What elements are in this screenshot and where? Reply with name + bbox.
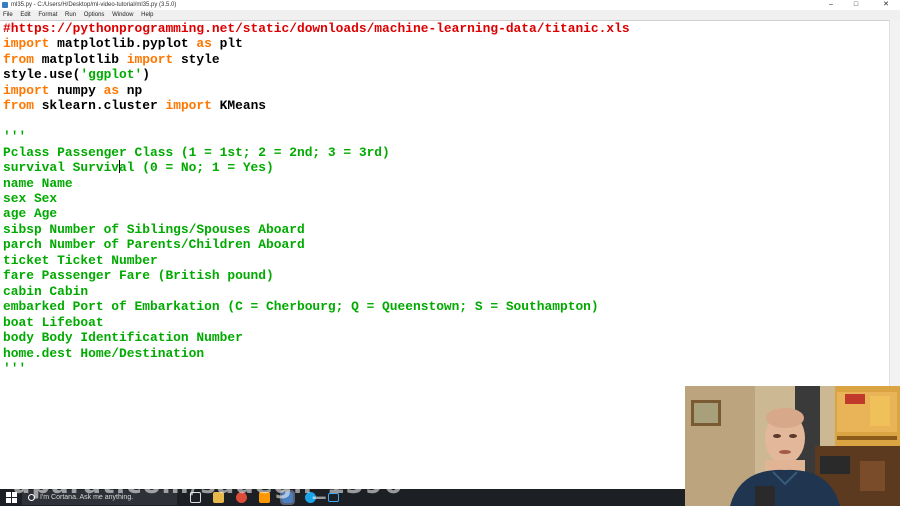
docstring-line: parch Number of Parents/Children Aboard [3,237,305,253]
idle-app-icon [2,2,8,8]
docstring-line: age Age [3,206,58,222]
menu-format[interactable]: Format [38,10,57,20]
code-text-segment: np [119,82,143,98]
docstring-line: fare Passenger Fare (British pound) [3,268,274,284]
docstring-line: body Body Identification Number [3,330,243,346]
code-text-segment: style.use( [3,67,81,83]
keyword: import [165,98,212,114]
minimize-button[interactable]: – [820,0,842,10]
code-text-segment: numpy [49,82,104,98]
window-titlebar: ml35.py - C:/Users/H/Desktop/ml-video-tu… [0,0,900,10]
docstring-line: al (0 = No; 1 = Yes) [119,160,274,176]
close-button[interactable]: ✕ [875,0,897,10]
keyword: import [126,51,174,67]
maximize-button[interactable]: □ [845,0,867,10]
docstring-close: ''' [3,360,27,376]
webcam-video-overlay [685,386,900,506]
docstring-line: name Name [3,175,73,191]
docstring-line: boat Lifeboat [3,314,104,330]
docstring-line: sex Sex [3,190,58,206]
keyword: as [103,82,120,98]
keyword: from [3,98,34,114]
menu-window[interactable]: Window [112,10,133,20]
code-text-segment: style [173,51,220,67]
docstring-line: ticket Ticket Number [3,252,158,268]
keyword: as [196,36,212,52]
menu-help[interactable]: Help [141,10,153,20]
docstring-line: home.dest Home/Destination [3,345,205,361]
menu-file[interactable]: File [3,10,13,20]
webcam-illustration [685,386,900,506]
docstring-line: cabin Cabin [3,283,89,299]
menu-options[interactable]: Options [84,10,105,20]
docstring-line: survival Surviv [3,160,120,176]
watermark-text: uparat.com/sadegh_1396 [12,470,403,500]
window-title: ml35.py - C:/Users/H/Desktop/ml-video-tu… [11,2,177,8]
code-text-segment: sklearn.cluster [33,98,166,114]
docstring-line: embarked Port of Embarkation (C = Cherbo… [3,299,599,315]
docstring-line: Pclass Passenger Class (1 = 1st; 2 = 2nd… [3,144,390,160]
code-line-comment-url: #https://pythonprogramming.net/static/do… [3,21,630,36]
keyword: import [3,36,50,52]
code-text-segment: plt [211,36,243,52]
code-text-segment: matplotlib.pyplot [49,36,197,52]
docstring-open: ''' [3,129,27,145]
string-literal: 'ggplot' [80,67,143,83]
code-text-segment: matplotlib [33,51,127,67]
keyword: from [3,51,34,67]
code-text[interactable]: #https://pythonprogramming.net/static/do… [3,21,630,376]
docstring-line: sibsp Number of Siblings/Spouses Aboard [3,221,305,237]
code-text-segment: KMeans [211,98,267,114]
menu-run[interactable]: Run [65,10,76,20]
menu-edit[interactable]: Edit [20,10,30,20]
menu-bar: File Edit Format Run Options Window Help [0,10,900,20]
code-text-segment: ) [142,67,150,83]
keyword: import [3,82,50,98]
